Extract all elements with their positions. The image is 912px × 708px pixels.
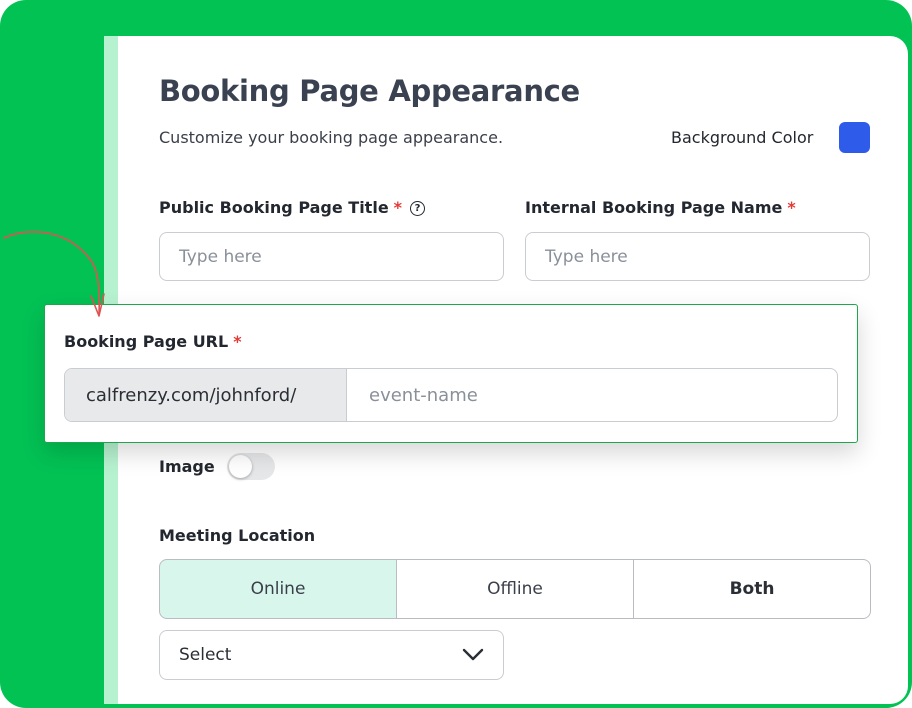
required-mark: * [233,332,242,351]
internal-name-label: Internal Booking Page Name * [525,198,796,217]
location-option-online[interactable]: Online [159,559,397,619]
background-color-label: Background Color [671,128,814,147]
location-option-both[interactable]: Both [633,559,871,619]
internal-name-label-text: Internal Booking Page Name [525,198,783,217]
chevron-down-icon [462,648,484,661]
url-slug-input[interactable]: event-name [347,369,837,421]
internal-name-placeholder: Type here [545,246,628,267]
meeting-location-label: Meeting Location [159,526,316,545]
meeting-location-select[interactable]: Select [159,630,504,680]
internal-name-input[interactable]: Type here [525,232,870,281]
url-prefix: calfrenzy.com/johnford/ [65,369,347,421]
url-slug-placeholder: event-name [369,384,478,406]
page-title: Booking Page Appearance [159,74,580,108]
meeting-location-segmented-control: Online Offline Both [159,559,871,619]
booking-url-input-group: calfrenzy.com/johnford/ event-name [64,368,838,422]
image-toggle[interactable] [227,453,275,480]
annotation-arrow-icon [3,231,105,317]
select-value: Select [179,645,232,665]
question-circle-icon[interactable]: ? [410,201,426,216]
location-option-offline[interactable]: Offline [396,559,634,619]
booking-url-panel: Booking Page URL * calfrenzy.com/johnford… [44,304,858,443]
background-color-swatch[interactable] [839,122,870,153]
public-title-label-text: Public Booking Page Title [159,198,389,217]
required-mark: * [787,198,796,217]
public-title-input[interactable]: Type here [159,232,504,281]
required-mark: * [393,198,403,217]
booking-url-label: Booking Page URL * [64,332,242,351]
page-subtitle: Customize your booking page appearance. [159,128,504,147]
toggle-knob [229,455,252,478]
image-label: Image [159,457,215,476]
booking-url-label-text: Booking Page URL [64,332,229,351]
public-title-placeholder: Type here [179,246,262,267]
public-title-label: Public Booking Page Title *? [159,198,426,217]
